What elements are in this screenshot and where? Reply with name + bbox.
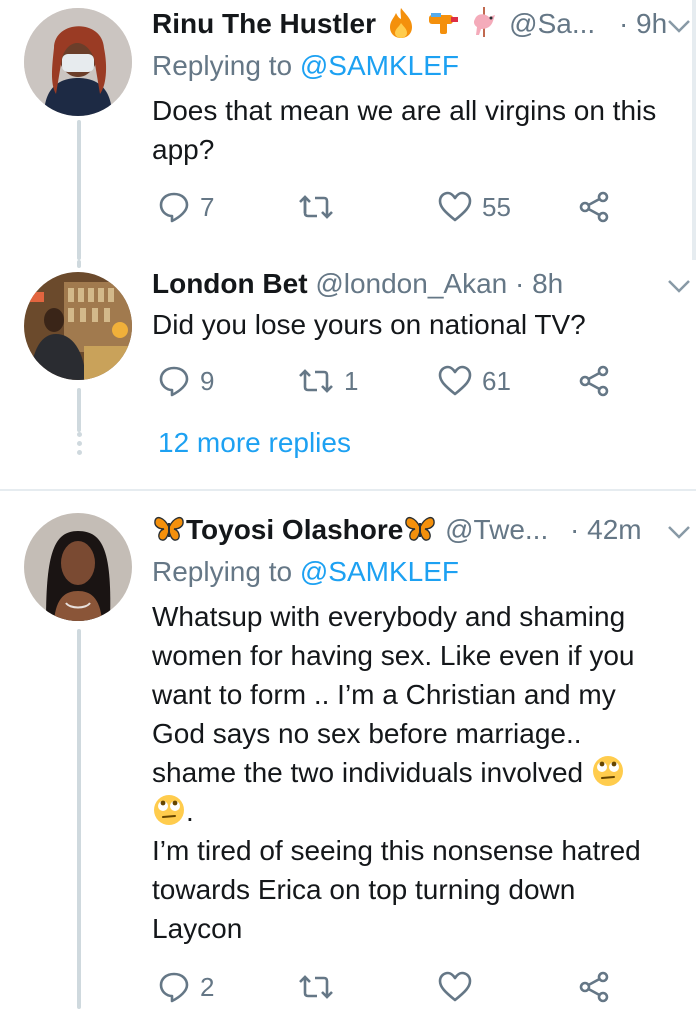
tweet-text-line: I’m tired of seeing this nonsense hatred bbox=[152, 835, 641, 866]
tweet-text: Does that mean we are all virgins on thi… bbox=[152, 91, 692, 169]
chevron-down-icon[interactable] bbox=[666, 6, 692, 46]
share-icon bbox=[579, 191, 609, 223]
display-name[interactable]: Toyosi Olashore bbox=[186, 514, 403, 545]
tweet-toyosi[interactable]: Toyosi Olashore @Twe... · 42m Replying t… bbox=[0, 491, 696, 1009]
tweet-text-line-with-emoji: . bbox=[152, 792, 692, 831]
chevron-down-icon[interactable] bbox=[666, 512, 692, 552]
tweet-text-line: Whatsup with everybody and shaming bbox=[152, 601, 626, 632]
display-name[interactable]: Rinu The Hustler bbox=[152, 8, 376, 39]
heart-icon bbox=[438, 971, 472, 1002]
display-name[interactable]: London Bet bbox=[152, 268, 308, 299]
butterfly-emoji-icon bbox=[405, 516, 436, 541]
reply-button[interactable]: 9 bbox=[158, 361, 214, 401]
replying-to: Replying to @SAMKLEF bbox=[152, 46, 459, 86]
water-gun-emoji-icon bbox=[428, 13, 458, 34]
tweet-text-span: . bbox=[186, 796, 194, 827]
tweet-actions: 7 55 bbox=[152, 187, 622, 227]
tweet-text-span: shame the two individuals involved bbox=[152, 757, 584, 788]
tweet-text-line: Laycon bbox=[152, 913, 243, 944]
tweet-header: London Bet @london_Akan · 8h bbox=[152, 264, 666, 304]
carousel-horse-emoji-icon bbox=[474, 7, 496, 37]
tweet-text-line: God says no sex before marriage.. bbox=[152, 718, 582, 749]
tweet-text-line: women for having sex. Like even if you bbox=[152, 640, 635, 671]
tweet-header: Toyosi Olashore @Twe... · 42m bbox=[152, 510, 666, 550]
tweet-rinu[interactable]: Rinu The Hustler @Sa... · 9h Replying to… bbox=[0, 0, 696, 260]
avatar[interactable] bbox=[24, 272, 132, 380]
tweet-text-line: Did you lose yours on national TV? bbox=[152, 309, 586, 340]
tweet-text-line: want to form .. I’m a Christian and my bbox=[152, 679, 616, 710]
retweet-button[interactable] bbox=[298, 187, 344, 227]
retweet-icon bbox=[299, 195, 333, 219]
retweet-count: 1 bbox=[344, 365, 359, 396]
timestamp[interactable]: · 9h bbox=[619, 8, 667, 39]
reply-count: 2 bbox=[200, 971, 215, 1002]
reply-icon bbox=[159, 972, 189, 1003]
share-button[interactable] bbox=[578, 967, 610, 1007]
tweet-text: Whatsup with everybody and shaming women… bbox=[152, 597, 692, 948]
replying-prefix: Replying to bbox=[152, 556, 293, 587]
thread-line bbox=[77, 388, 81, 432]
replying-to: Replying to @SAMKLEF bbox=[152, 552, 459, 592]
like-count: 55 bbox=[482, 191, 511, 222]
reply-button[interactable]: 7 bbox=[158, 187, 214, 227]
tweet-london-bet[interactable]: London Bet @london_Akan · 8h Did you los… bbox=[0, 260, 696, 490]
timestamp[interactable]: · 42m bbox=[570, 514, 642, 545]
tweet-text: Did you lose yours on national TV? bbox=[152, 305, 692, 344]
replying-prefix: Replying to bbox=[152, 50, 293, 81]
handle[interactable]: @london_Akan bbox=[315, 268, 507, 299]
thread-line bbox=[77, 629, 81, 1009]
retweet-icon bbox=[299, 975, 333, 999]
eye-roll-emoji-icon bbox=[154, 795, 184, 825]
retweet-button[interactable]: 1 bbox=[298, 361, 358, 401]
mention-link[interactable]: @SAMKLEF bbox=[300, 50, 459, 81]
tweet-actions: 9 1 61 bbox=[152, 361, 622, 401]
tweet-text-line: app? bbox=[152, 134, 215, 165]
retweet-button[interactable] bbox=[298, 967, 344, 1007]
reply-icon bbox=[159, 366, 189, 397]
heart-icon bbox=[438, 191, 472, 222]
chevron-down-icon[interactable] bbox=[666, 266, 692, 306]
handle[interactable]: @Sa... bbox=[509, 8, 595, 39]
reply-icon bbox=[159, 192, 189, 223]
butterfly-emoji-icon bbox=[154, 516, 184, 541]
reply-count: 7 bbox=[200, 191, 215, 222]
share-icon bbox=[579, 365, 609, 397]
tweet-actions: 2 bbox=[152, 967, 622, 1007]
more-replies-link[interactable]: 12 more replies bbox=[158, 423, 351, 463]
tweet-text-line: towards Erica on top turning down bbox=[152, 874, 576, 905]
like-button[interactable]: 61 bbox=[438, 361, 511, 401]
eye-roll-emoji-icon bbox=[592, 756, 623, 786]
fire-emoji-icon bbox=[389, 8, 412, 38]
like-button[interactable]: 55 bbox=[438, 187, 511, 227]
share-button[interactable] bbox=[578, 187, 610, 227]
like-button[interactable] bbox=[438, 967, 482, 1007]
tweet-text-line: Does that mean we are all virgins on thi… bbox=[152, 95, 657, 126]
reply-count: 9 bbox=[200, 365, 215, 396]
thread-dots bbox=[74, 432, 84, 459]
heart-icon bbox=[438, 365, 472, 396]
reply-button[interactable]: 2 bbox=[158, 967, 214, 1007]
mention-link[interactable]: @SAMKLEF bbox=[300, 556, 459, 587]
tweet-text-line-with-emoji: shame the two individuals involved bbox=[152, 753, 692, 792]
tweet-header: Rinu The Hustler @Sa... · 9h bbox=[152, 4, 667, 44]
share-button[interactable] bbox=[578, 361, 610, 401]
timestamp[interactable]: · 8h bbox=[515, 268, 563, 299]
thread-line bbox=[77, 120, 81, 260]
share-icon bbox=[579, 971, 609, 1003]
avatar[interactable] bbox=[24, 513, 132, 621]
handle[interactable]: @Twe... bbox=[445, 514, 548, 545]
thread-line bbox=[77, 260, 81, 268]
like-count: 61 bbox=[482, 365, 511, 396]
retweet-icon bbox=[299, 369, 333, 393]
avatar[interactable] bbox=[24, 8, 132, 116]
